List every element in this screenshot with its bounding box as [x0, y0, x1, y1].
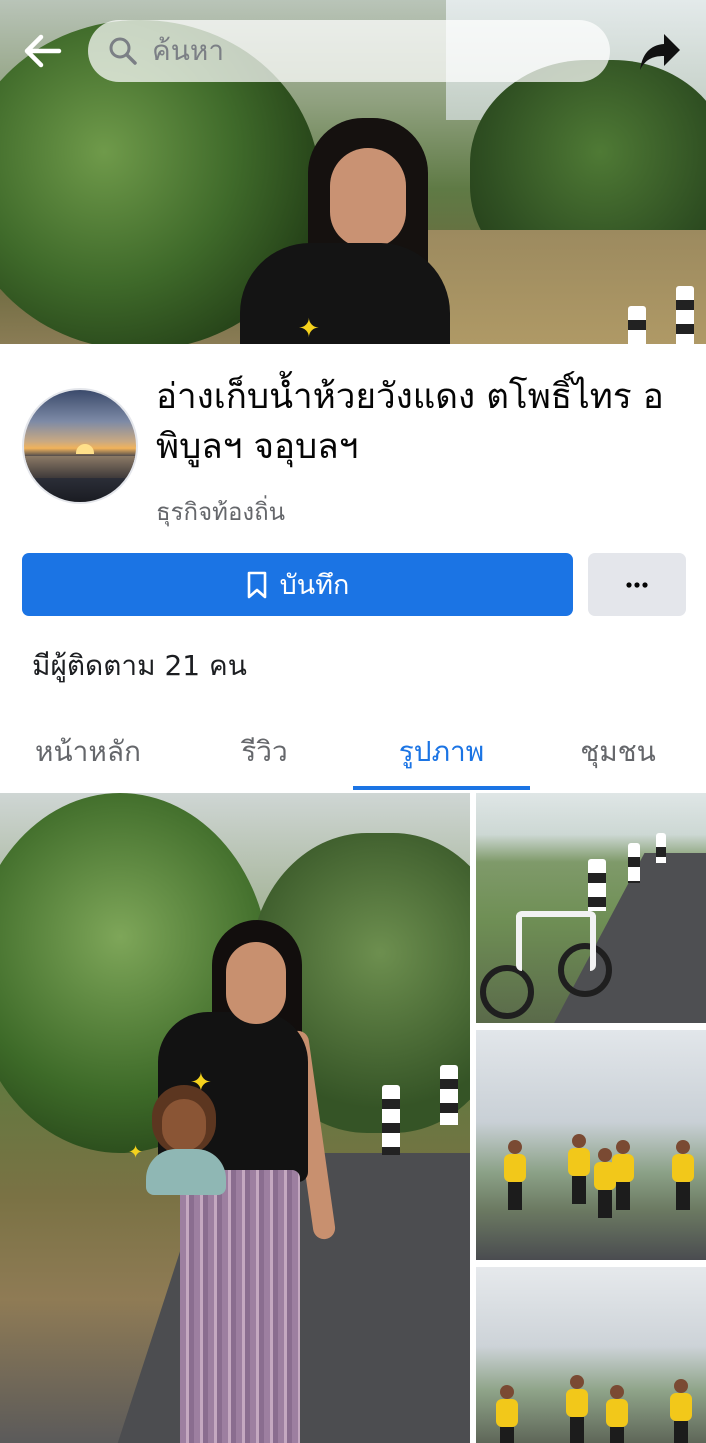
- road-post: [676, 286, 694, 344]
- search-icon: [109, 37, 137, 65]
- cover-ground: [420, 230, 706, 344]
- cover-person: [230, 118, 460, 344]
- road-post: [588, 859, 606, 911]
- sparkle-sticker-icon: ✦: [128, 1142, 144, 1163]
- tab-photos[interactable]: รูปภาพ: [353, 712, 530, 792]
- memoji-sticker-icon: [146, 1085, 230, 1195]
- page-category[interactable]: ธุรกิจท้องถิ่น: [156, 492, 285, 531]
- search-placeholder: ค้นหา: [152, 34, 225, 67]
- road-post: [382, 1085, 400, 1155]
- tab-community[interactable]: ชุมชน: [530, 712, 706, 792]
- share-arrow-icon: [640, 34, 680, 70]
- tab-home[interactable]: หน้าหลัก: [0, 712, 176, 792]
- road-post: [628, 843, 640, 883]
- arrow-left-icon: [24, 34, 62, 68]
- more-dots-icon: [626, 581, 648, 588]
- photo-thumbnail[interactable]: [476, 1030, 706, 1260]
- save-button-label: บันทึก: [279, 570, 350, 601]
- bookmark-icon: [247, 571, 266, 598]
- page-title: อ่างเก็บน้ำห้วยวังแดง ตโพธิ์ไทร อพิบูลฯ …: [156, 377, 664, 467]
- bicycle-frame: [516, 911, 596, 971]
- back-button[interactable]: [18, 26, 68, 76]
- search-input[interactable]: ค้นหา: [88, 20, 610, 82]
- save-button[interactable]: บันทึก: [22, 553, 573, 616]
- photo-thumbnail[interactable]: [476, 1267, 706, 1443]
- top-bar: ค้นหา: [0, 0, 706, 100]
- bicycle-wheel: [480, 965, 534, 1019]
- road-post: [440, 1065, 458, 1125]
- active-tab-indicator: [353, 786, 530, 790]
- share-button[interactable]: [632, 24, 688, 80]
- page-avatar[interactable]: [22, 388, 138, 504]
- road-post: [628, 306, 646, 344]
- more-options-button[interactable]: [588, 553, 686, 616]
- page-tabs: หน้าหลัก รีวิว รูปภาพ ชุมชน: [0, 712, 706, 792]
- road-post: [656, 833, 666, 863]
- sparkle-sticker-icon: ✦: [298, 314, 320, 344]
- photo-thumbnail[interactable]: [476, 793, 706, 1023]
- tab-reviews[interactable]: รีวิว: [176, 712, 353, 792]
- followers-count[interactable]: มีผู้ติดตาม 21 คน: [32, 644, 247, 688]
